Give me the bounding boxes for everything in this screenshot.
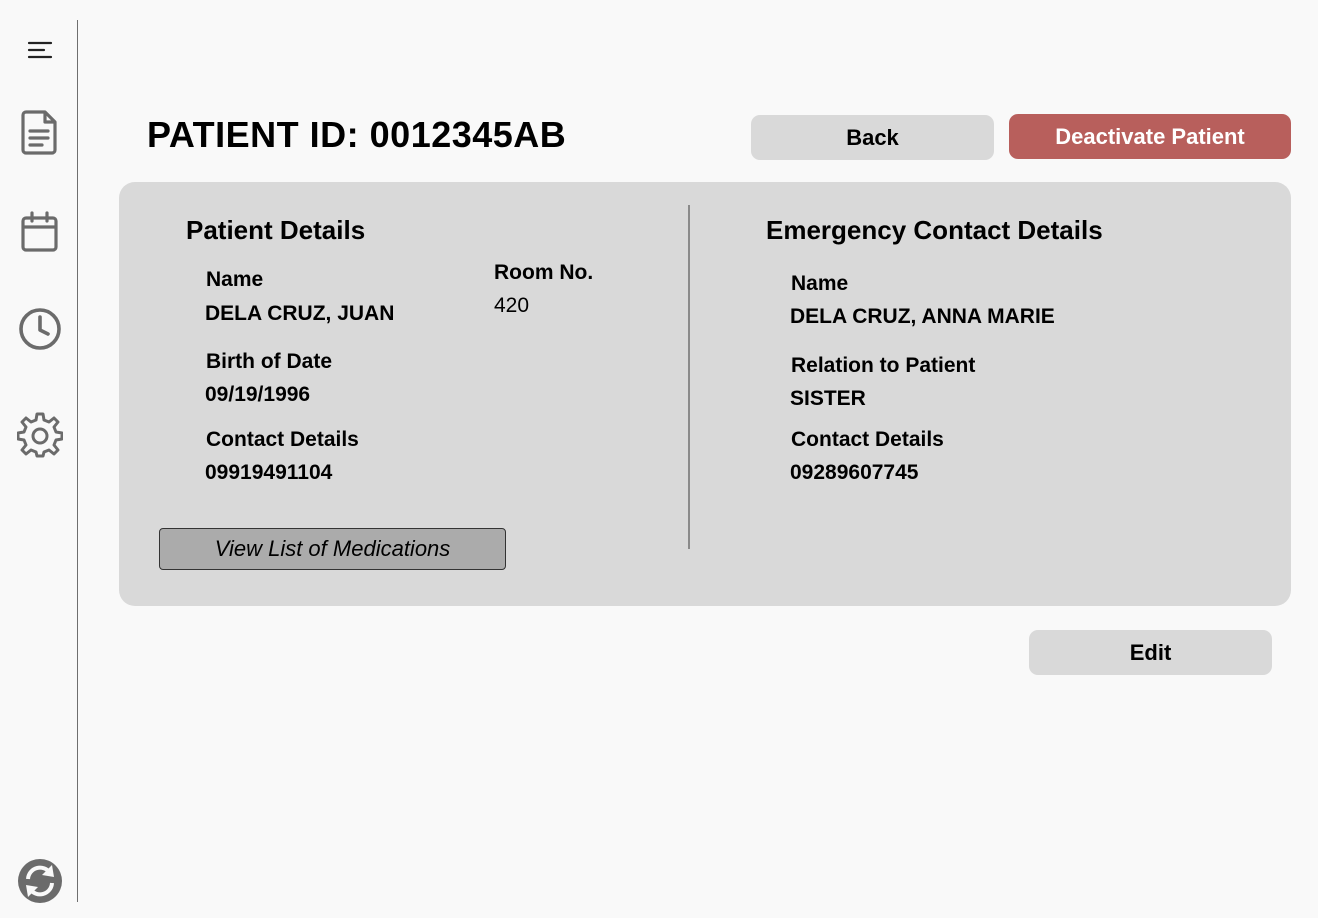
page-title: PATIENT ID: 0012345AB: [147, 114, 567, 155]
patient-name-label: Name: [206, 268, 264, 291]
deactivate-patient-button[interactable]: Deactivate Patient: [1009, 114, 1291, 159]
patient-contact-value: 09919491104: [205, 461, 333, 484]
patient-contact-label: Contact Details: [206, 428, 359, 451]
patient-details-title: Patient Details: [186, 215, 366, 245]
relation-value: SISTER: [790, 387, 866, 410]
gear-icon[interactable]: [14, 409, 66, 461]
view-medications-button[interactable]: View List of Medications: [159, 528, 506, 570]
back-button[interactable]: Back: [751, 115, 994, 160]
emergency-contact-value: 09289607745: [790, 461, 919, 484]
edit-button[interactable]: Edit: [1029, 630, 1272, 675]
calendar-icon[interactable]: [14, 206, 66, 258]
sync-icon[interactable]: [14, 855, 66, 907]
document-icon[interactable]: [14, 106, 66, 158]
patient-details-card: Patient Details Name DELA CRUZ, JUAN Roo…: [119, 182, 1291, 606]
emergency-name-value: DELA CRUZ, ANNA MARIE: [790, 305, 1055, 328]
clock-icon[interactable]: [14, 303, 66, 355]
column-divider: [688, 205, 690, 549]
birth-date-label: Birth of Date: [206, 350, 332, 373]
emergency-contact-title: Emergency Contact Details: [766, 215, 1103, 245]
menu-icon[interactable]: [14, 24, 66, 76]
patient-name-value: DELA CRUZ, JUAN: [205, 302, 395, 325]
relation-label: Relation to Patient: [791, 354, 976, 377]
room-number-label: Room No.: [494, 261, 594, 284]
sidebar: [0, 0, 77, 918]
sidebar-divider: [77, 20, 78, 902]
room-number-value: 420: [494, 294, 530, 317]
birth-date-value: 09/19/1996: [205, 383, 311, 406]
emergency-contact-label: Contact Details: [791, 428, 944, 451]
emergency-name-label: Name: [791, 272, 849, 295]
